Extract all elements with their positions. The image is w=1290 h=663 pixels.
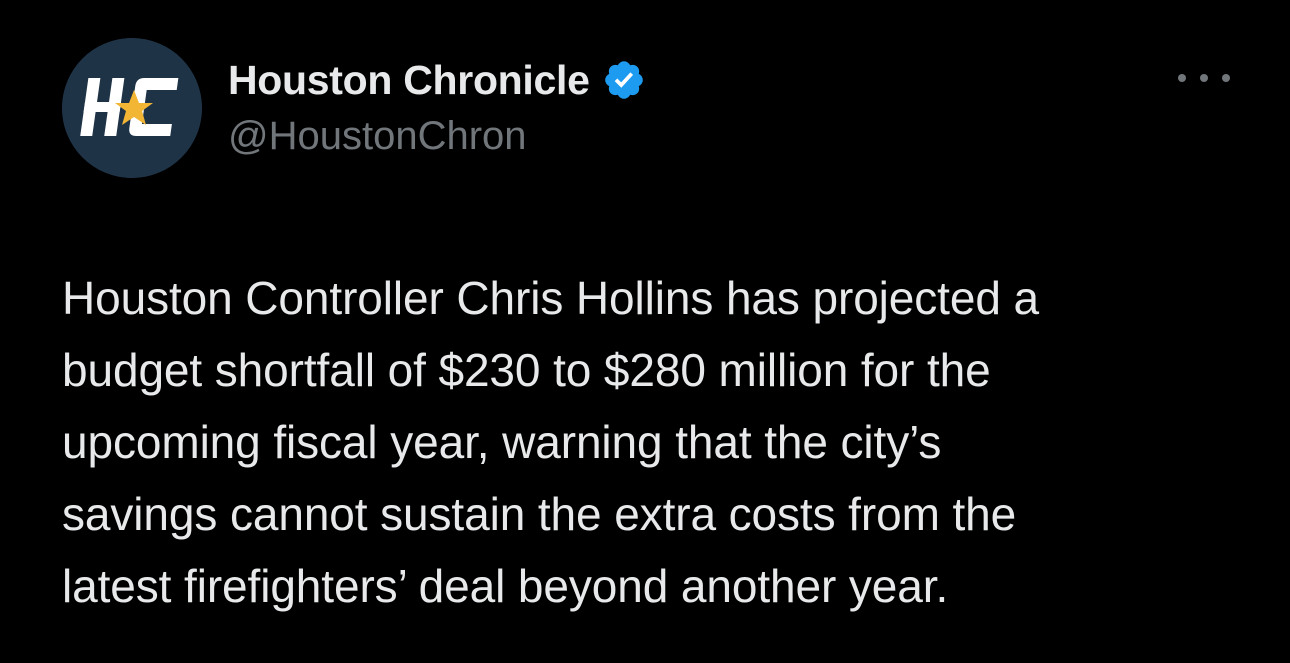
tweet-text: Houston Controller Chris Hollins has pro…: [62, 272, 1039, 612]
display-name[interactable]: Houston Chronicle: [228, 57, 590, 104]
dot: [1200, 74, 1208, 82]
dot: [1178, 74, 1186, 82]
author-info: Houston Chronicle @HoustonChron: [228, 54, 646, 159]
avatar[interactable]: [62, 38, 202, 178]
verified-badge-icon[interactable]: [602, 58, 646, 102]
tweet: Houston Chronicle @HoustonChron Houston …: [0, 0, 1290, 663]
dot: [1222, 74, 1230, 82]
handle[interactable]: @HoustonChron: [228, 114, 646, 159]
hc-logo: [62, 38, 202, 178]
name-row: Houston Chronicle: [228, 54, 646, 106]
more-options-icon[interactable]: [1178, 60, 1230, 96]
